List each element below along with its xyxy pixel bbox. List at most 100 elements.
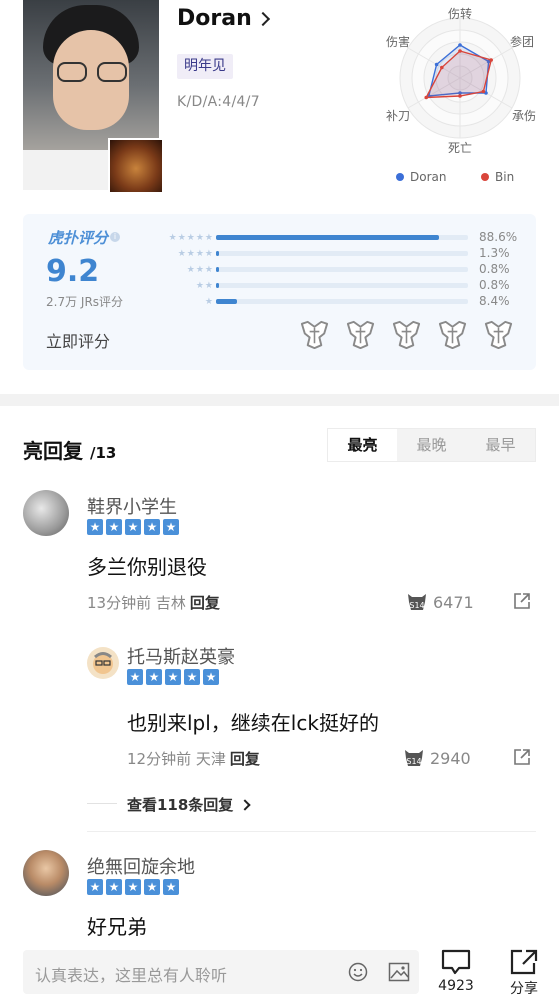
star-icon: ★ bbox=[184, 669, 200, 685]
sort-tab[interactable]: 最早 bbox=[466, 429, 535, 461]
share-button[interactable]: 分享 bbox=[506, 948, 542, 998]
rating-brand: 虎扑评分 bbox=[48, 229, 109, 247]
share-label: 分享 bbox=[510, 981, 538, 997]
rating-bar-pct: 88.6% bbox=[479, 230, 518, 244]
player-tag: 明年见 bbox=[177, 54, 233, 79]
rating-bar-track bbox=[216, 251, 468, 256]
rate-now-button[interactable]: 立即评分 bbox=[46, 328, 110, 352]
radar-point bbox=[458, 43, 462, 47]
radar-axis-label: 伤害 bbox=[386, 34, 410, 49]
legend-label: Bin bbox=[495, 170, 514, 184]
sort-tab[interactable]: 最晚 bbox=[397, 429, 466, 461]
like-button[interactable]: S14 6471 bbox=[405, 590, 474, 614]
like-button[interactable]: S14 2940 bbox=[402, 746, 471, 770]
rating-bar-fill bbox=[216, 235, 440, 240]
reply-button[interactable]: 回复 bbox=[190, 594, 220, 612]
radar-axis-label: 参团 bbox=[510, 34, 534, 49]
star-icon: ★ bbox=[125, 519, 141, 535]
radar-axis-label: 承伤 bbox=[512, 109, 536, 123]
rating-bar-stars: ★★★ bbox=[186, 265, 214, 275]
share-icon bbox=[510, 949, 538, 975]
comment-text: 好兄弟 bbox=[87, 915, 147, 939]
view-more-replies-link[interactable]: 查看118条回复 bbox=[127, 794, 251, 815]
emoji-icon[interactable] bbox=[348, 962, 368, 982]
rating-score: 9.2 bbox=[46, 254, 100, 289]
rating-bar-stars: ★ bbox=[204, 297, 214, 307]
sort-tab[interactable]: 最亮 bbox=[328, 429, 397, 461]
star-icon: ★ bbox=[163, 879, 179, 895]
legend-dot bbox=[396, 173, 404, 181]
rating-bar-fill bbox=[216, 299, 238, 304]
share-icon[interactable] bbox=[513, 748, 531, 766]
radar-axis-label: 死亡 bbox=[448, 141, 472, 155]
replies-title: 亮回复 /13 bbox=[23, 435, 116, 464]
star-icon: ★ bbox=[127, 669, 143, 685]
trophy-icon[interactable] bbox=[482, 318, 515, 351]
comment-meta: 12分钟前 天津 回复 bbox=[127, 748, 260, 769]
comment-text: 多兰你别退役 bbox=[87, 555, 207, 579]
comment-time-location: 13分钟前 吉林 bbox=[87, 594, 186, 612]
svg-text:S14: S14 bbox=[406, 757, 421, 766]
star-icon: ★ bbox=[163, 519, 179, 535]
comment-input-placeholder: 认真表达，这里总有人聆听 bbox=[35, 966, 228, 985]
star-icon: ★ bbox=[165, 669, 181, 685]
radar-point bbox=[458, 49, 462, 53]
radar-point bbox=[434, 62, 439, 67]
trophy-icon[interactable] bbox=[436, 318, 469, 351]
rating-bar-row: ★ 8.4% bbox=[151, 294, 526, 310]
comment-user[interactable]: 鞋界小学生 bbox=[87, 493, 177, 519]
trophy-icon[interactable] bbox=[298, 318, 331, 351]
radar-point bbox=[458, 94, 462, 98]
rating-bar-pct: 8.4% bbox=[479, 294, 510, 308]
rating-bar-stars: ★★★★ bbox=[177, 249, 214, 259]
like-icon: S14 bbox=[405, 750, 423, 766]
comment-text: 也别来lpl，继续在lck挺好的 bbox=[127, 711, 379, 735]
trophy-icon[interactable] bbox=[344, 318, 377, 351]
star-icon: ★ bbox=[203, 669, 219, 685]
rating-distribution: ★★★★★ 88.6% ★★★★ 1.3% ★★★ 0.8% ★★ 0.8% ★ 8.4% bbox=[151, 230, 526, 310]
avatar[interactable] bbox=[87, 647, 119, 679]
like-count: 2940 bbox=[430, 748, 471, 768]
comment-input[interactable]: 认真表达，这里总有人聆听 bbox=[23, 950, 419, 994]
rating-count: 2.7万 JRs评分 bbox=[46, 295, 124, 309]
rating-bar-row: ★★ 0.8% bbox=[151, 278, 526, 294]
sort-tabs: 最亮 最晚 最早 bbox=[327, 428, 536, 462]
rating-bar-track bbox=[216, 299, 468, 304]
image-icon[interactable] bbox=[388, 962, 410, 982]
radar-point bbox=[440, 65, 444, 70]
reply-button[interactable]: 回复 bbox=[230, 750, 260, 768]
chevron-right-icon bbox=[255, 11, 270, 26]
rating-bar-stars: ★★ bbox=[195, 281, 214, 291]
champion-icon bbox=[108, 138, 164, 194]
share-icon[interactable] bbox=[513, 592, 531, 610]
avatar[interactable] bbox=[23, 490, 69, 536]
comments-button[interactable]: 4923 bbox=[436, 948, 476, 994]
radar-point bbox=[481, 89, 486, 94]
player-name-link[interactable]: Doran bbox=[177, 6, 270, 31]
radar-axis-label: 补刀 bbox=[386, 109, 410, 123]
replies-count: /13 bbox=[89, 444, 117, 462]
rating-cups[interactable] bbox=[298, 318, 515, 351]
radar-chart: 伤转参团承伤死亡 补刀 伤害 Doran Bin bbox=[386, 6, 536, 184]
star-icon: ★ bbox=[146, 669, 162, 685]
comment-meta: 13分钟前 吉林 回复 bbox=[87, 592, 220, 613]
bottom-bar: 认真表达，这里总有人聆听 4923 分享 bbox=[0, 938, 559, 1000]
rating-bar-pct: 1.3% bbox=[479, 246, 510, 260]
info-icon[interactable]: i bbox=[110, 232, 120, 242]
comment-time-location: 12分钟前 天津 bbox=[127, 750, 226, 768]
comment-stars: ★ ★ ★ ★ ★ bbox=[127, 669, 219, 685]
comment-user[interactable]: 绝無回旋余地 bbox=[87, 853, 195, 879]
star-icon: ★ bbox=[144, 519, 160, 535]
like-icon: S14 bbox=[408, 594, 426, 610]
rating-bar-pct: 0.8% bbox=[479, 262, 510, 276]
star-icon: ★ bbox=[144, 879, 160, 895]
legend-label: Doran bbox=[410, 170, 446, 184]
player-header: Doran 明年见 K/D/A:4/4/7 伤转 参团 承伤 死亡 补刀 伤害 Doran… bbox=[0, 0, 559, 200]
rating-bar-pct: 0.8% bbox=[479, 278, 510, 292]
legend-dot bbox=[481, 173, 489, 181]
star-icon: ★ bbox=[106, 879, 122, 895]
avatar[interactable] bbox=[23, 850, 69, 896]
comment-user[interactable]: 托马斯赵英豪 bbox=[127, 643, 235, 669]
radar-axis-label: 伤转 bbox=[448, 6, 472, 21]
trophy-icon[interactable] bbox=[390, 318, 423, 351]
